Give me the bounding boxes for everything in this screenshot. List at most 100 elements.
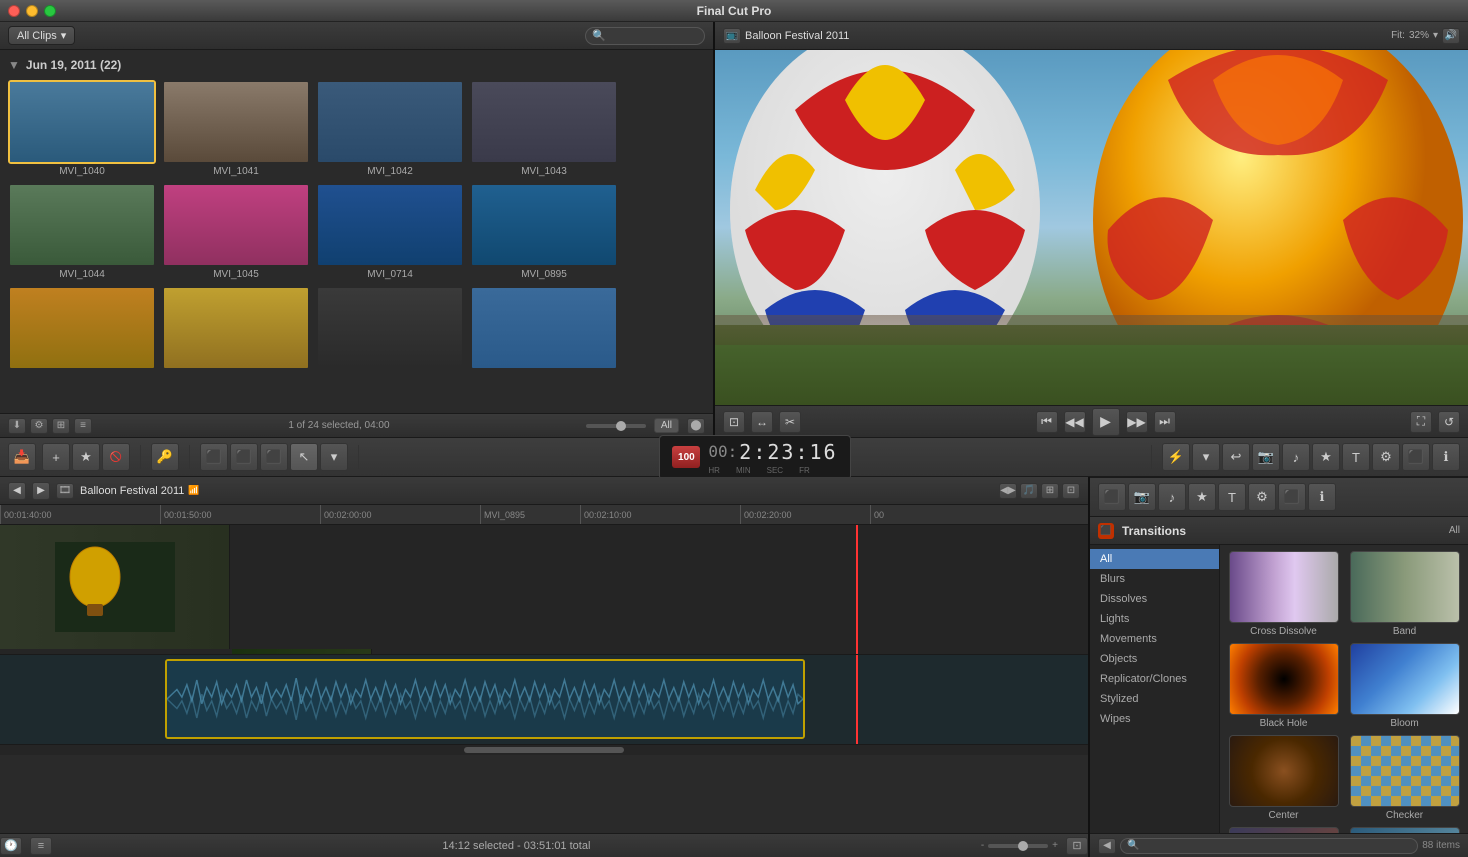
add-clip-icon[interactable]: + — [42, 443, 70, 471]
tl-append-icon[interactable]: ◀▶ — [999, 483, 1017, 499]
sidebar-item-all[interactable]: All — [1090, 549, 1219, 569]
audio-icon[interactable]: 🔊 — [1442, 28, 1460, 44]
settings-icon[interactable]: ⚙ — [30, 418, 48, 434]
all-button[interactable]: All — [654, 418, 679, 433]
maximize-button[interactable] — [44, 5, 56, 17]
tl-view-icon[interactable]: ⊡ — [1062, 483, 1080, 499]
crop-icon[interactable]: ✂ — [779, 411, 801, 433]
sidebar-item-replicator[interactable]: Replicator/Clones — [1090, 669, 1219, 689]
rpt-btn1[interactable]: ⬛ — [1098, 483, 1126, 511]
transition-bloom[interactable]: Bloom — [1347, 643, 1462, 729]
zoom-slider[interactable] — [586, 424, 646, 428]
snapshot-icon[interactable]: 📷 — [1252, 443, 1280, 471]
list-item[interactable]: MVI_0714 — [316, 183, 464, 280]
snapping-icon[interactable]: ⚡ — [1162, 443, 1190, 471]
transitions-search-input[interactable]: 🔍 — [1120, 838, 1418, 854]
fit-timeline-icon[interactable]: ⊡ — [1066, 837, 1088, 855]
sidebar-item-wipes[interactable]: Wipes — [1090, 709, 1219, 729]
clip-selector[interactable]: All Clips ▾ — [8, 26, 75, 45]
tl-forward-button[interactable]: ▶ — [32, 482, 50, 500]
list-item[interactable]: MVI_1042 — [316, 80, 464, 177]
sidebar-item-stylized[interactable]: Stylized — [1090, 689, 1219, 709]
transition-black-hole[interactable]: Black Hole — [1226, 643, 1341, 729]
tl-snap-icon[interactable]: ⊞ — [1041, 483, 1059, 499]
zoom-out-icon[interactable]: - — [981, 840, 984, 851]
rpt-btn6[interactable]: ⚙ — [1248, 483, 1276, 511]
collapse-arrow-icon[interactable]: ▼ — [8, 58, 20, 72]
trim-icon[interactable]: ⬛ — [200, 443, 228, 471]
play-button[interactable]: ▶ — [1092, 408, 1120, 436]
browser-search-input[interactable]: 🔍 — [585, 27, 705, 45]
list-item[interactable] — [162, 286, 310, 372]
sidebar-item-blurs[interactable]: Blurs — [1090, 569, 1219, 589]
timeline-clip[interactable] — [0, 525, 230, 649]
playhead[interactable] — [856, 525, 858, 654]
list-item[interactable] — [470, 286, 618, 372]
step-forward-icon[interactable]: ▶▶ — [1126, 411, 1148, 433]
sidebar-item-movements[interactable]: Movements — [1090, 629, 1219, 649]
reject-icon[interactable]: 🚫 — [102, 443, 130, 471]
viewer-fit[interactable]: Fit: 32% ▾ — [1391, 30, 1438, 41]
rpt-btn4[interactable]: ★ — [1188, 483, 1216, 511]
tl-audio-icon[interactable]: 🎵 — [1020, 483, 1038, 499]
undo-icon[interactable]: ↩ — [1222, 443, 1250, 471]
close-button[interactable] — [8, 5, 20, 17]
select-icon[interactable]: ↖ — [290, 443, 318, 471]
skip-forward-icon[interactable]: ⏭ — [1154, 411, 1176, 433]
share-icon[interactable]: ⬛ — [1402, 443, 1430, 471]
rpt-btn5[interactable]: T — [1218, 483, 1246, 511]
timeline-scrollbar[interactable] — [0, 745, 1088, 755]
rpt-btn8[interactable]: ℹ — [1308, 483, 1336, 511]
text-icon[interactable]: T — [1342, 443, 1370, 471]
list-item[interactable] — [316, 286, 464, 372]
sidebar-item-objects[interactable]: Objects — [1090, 649, 1219, 669]
fit-to-window-icon[interactable]: ⊡ — [723, 411, 745, 433]
media-import-icon[interactable]: 📥 — [8, 443, 36, 471]
select-chevron-icon[interactable]: ▾ — [320, 443, 348, 471]
filter-icon[interactable]: ⬤ — [687, 418, 705, 434]
clock-icon[interactable]: 🕐 — [0, 837, 22, 855]
favorite-icon[interactable]: ★ — [72, 443, 100, 471]
list-item[interactable]: MVI_1045 — [162, 183, 310, 280]
import-icon[interactable]: ⬇ — [8, 418, 26, 434]
audio-waveform[interactable] — [165, 659, 805, 739]
fullscreen-icon[interactable]: ⛶ — [1410, 411, 1432, 433]
list-item[interactable]: MVI_0895 — [470, 183, 618, 280]
list-item[interactable] — [8, 286, 156, 372]
tl-zoom-slider[interactable] — [988, 844, 1048, 848]
rpt-btn7[interactable]: ⬛ — [1278, 483, 1306, 511]
generator-icon[interactable]: ⚙ — [1372, 443, 1400, 471]
step-back-icon[interactable]: ◀◀ — [1064, 411, 1086, 433]
zoom-in-icon[interactable]: + — [1052, 840, 1058, 851]
skip-back-icon[interactable]: ⏮ — [1036, 411, 1058, 433]
audio-icon[interactable]: ♪ — [1282, 443, 1310, 471]
view-list-icon[interactable]: ≡ — [74, 418, 92, 434]
trans-back-icon[interactable]: ◀ — [1098, 838, 1116, 854]
keyword-icon[interactable]: 🔑 — [151, 443, 179, 471]
tl-back-button[interactable]: ◀ — [8, 482, 26, 500]
sidebar-item-dissolves[interactable]: Dissolves — [1090, 589, 1219, 609]
sidebar-item-lights[interactable]: Lights — [1090, 609, 1219, 629]
rpt-btn2[interactable]: 📷 — [1128, 483, 1156, 511]
position-icon[interactable]: ⬛ — [230, 443, 258, 471]
effects-icon[interactable]: ★ — [1312, 443, 1340, 471]
scrollbar-thumb[interactable] — [464, 747, 624, 753]
view-grid-icon[interactable]: ⊞ — [52, 418, 70, 434]
transition-checker[interactable]: Checker — [1347, 735, 1462, 821]
minimize-button[interactable] — [26, 5, 38, 17]
list-item[interactable]: MVI_1043 — [470, 80, 618, 177]
snapping-chevron-icon[interactable]: ▾ — [1192, 443, 1220, 471]
transition-center[interactable]: Center — [1226, 735, 1341, 821]
rpt-btn3[interactable]: ♪ — [1158, 483, 1186, 511]
range-icon[interactable]: ⬛ — [260, 443, 288, 471]
list-item[interactable]: MVI_1040 — [8, 80, 156, 177]
list-item[interactable]: MVI_1044 — [8, 183, 156, 280]
transitions-all-button[interactable]: All — [1449, 525, 1460, 536]
list-item[interactable]: MVI_1041 — [162, 80, 310, 177]
transition-band[interactable]: Band — [1347, 551, 1462, 637]
transform-icon[interactable]: ↔ — [751, 411, 773, 433]
refresh-icon[interactable]: ↺ — [1438, 411, 1460, 433]
info-icon[interactable]: ℹ — [1432, 443, 1460, 471]
transition-cross-dissolve[interactable]: Cross Dissolve — [1226, 551, 1341, 637]
list-icon[interactable]: ≡ — [30, 837, 52, 855]
